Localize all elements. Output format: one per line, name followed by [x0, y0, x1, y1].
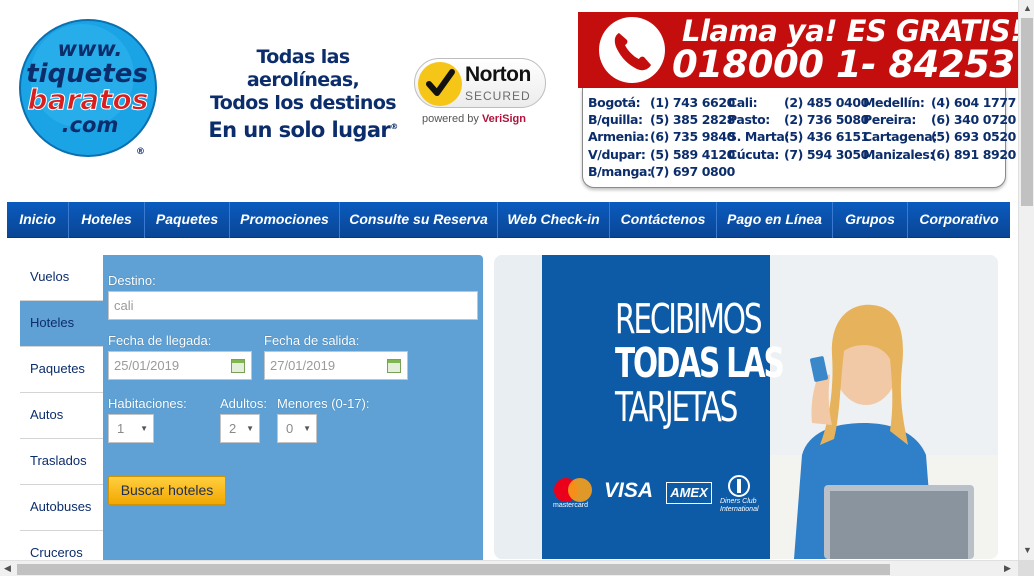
- verisign-text: VeriSign: [481, 113, 526, 125]
- norton-secured-seal[interactable]: Norton SECURED powered by VeriSign: [414, 58, 548, 128]
- salida-label: Fecha de salida:: [264, 333, 360, 348]
- phone-entry: Pasto: (2) 736 5080: [728, 112, 869, 127]
- tiquetesbaratos-logo[interactable]: www. tiquetes baratos .com ®: [12, 16, 168, 159]
- llegada-date-value: 25/01/2019: [114, 358, 180, 373]
- horizontal-scrollbar[interactable]: ◀ ▶: [0, 560, 1018, 576]
- scroll-right-icon[interactable]: ▶: [1004, 563, 1011, 574]
- norton-badge: Norton SECURED: [414, 58, 546, 108]
- phone-entry: Pereira: (6) 340 0720: [863, 112, 1016, 127]
- phone-entry: B/quilla: (5) 385 2828: [588, 112, 735, 127]
- logo-line1: www.: [58, 37, 123, 61]
- tab-vuelos[interactable]: Vuelos: [20, 255, 103, 301]
- tagline: Todas las aerolíneas, Todos los destinos…: [198, 46, 408, 142]
- logo-line4: .com: [62, 113, 119, 137]
- scroll-down-icon[interactable]: ▼: [1023, 545, 1032, 555]
- scroll-up-icon[interactable]: ▲: [1023, 3, 1032, 13]
- call-number[interactable]: 018000 1- 84253: [672, 43, 1015, 86]
- visa-logo: VISA: [604, 479, 654, 502]
- mastercard-icon: [552, 477, 594, 503]
- menores-label: Menores (0-17):: [277, 396, 370, 411]
- banner-line3: TARJETAS: [615, 383, 738, 431]
- call-banner: Llama ya! ES GRATIS! 018000 1- 84253: [578, 12, 1023, 88]
- vertical-scroll-thumb[interactable]: [1021, 18, 1033, 206]
- mastercard-label: mastercard: [553, 502, 589, 509]
- llegada-date-input[interactable]: 25/01/2019: [108, 351, 252, 380]
- nav-inicio[interactable]: Inicio: [7, 202, 69, 238]
- nav-consulte-reserva[interactable]: Consulte su Reserva: [340, 202, 498, 238]
- horizontal-scroll-thumb[interactable]: [17, 564, 890, 575]
- calendar-icon[interactable]: [387, 359, 401, 373]
- tagline-line2: Todos los destinos: [209, 92, 397, 114]
- tab-autos[interactable]: Autos: [20, 393, 103, 439]
- buscar-hoteles-button[interactable]: Buscar hoteles: [108, 476, 226, 505]
- llegada-label: Fecha de llegada:: [108, 333, 212, 348]
- scrollbar-corner: [1018, 560, 1034, 576]
- calendar-icon[interactable]: [231, 359, 245, 373]
- phone-entry: Medellín: (4) 604 1777: [863, 95, 1016, 110]
- amex-logo: AMEX: [666, 482, 712, 504]
- nav-hoteles[interactable]: Hoteles: [69, 202, 145, 238]
- chevron-down-icon: ▼: [246, 424, 254, 433]
- main-nav: Inicio Hoteles Paquetes Promociones Cons…: [7, 202, 1010, 238]
- destino-input[interactable]: cali: [108, 291, 478, 320]
- phone-entry: Cali: (2) 485 0400: [728, 95, 869, 110]
- tagline-line1: Todas las aerolíneas,: [246, 46, 360, 91]
- tagline-line3: En un solo lugar®: [208, 118, 398, 142]
- tagline-registered: ®: [390, 122, 398, 131]
- diners-label: Diners Club International: [720, 498, 759, 513]
- logo-line3: baratos: [28, 83, 149, 116]
- phone-entry: Cartagena: (5) 693 0520: [863, 129, 1016, 144]
- habitaciones-label: Habitaciones:: [108, 396, 187, 411]
- nav-promociones[interactable]: Promociones: [230, 202, 340, 238]
- promo-banner[interactable]: RECIBIMOS TODAS LAS TARJETAS mastercard …: [494, 255, 998, 559]
- habitaciones-select[interactable]: 1 ▼: [108, 414, 154, 443]
- phone-entry: Cúcuta: (7) 594 3050: [728, 147, 869, 162]
- vertical-scrollbar[interactable]: ▲ ▼: [1018, 0, 1034, 560]
- phone-icon: [599, 17, 665, 83]
- norton-name: Norton: [465, 63, 531, 86]
- tab-paquetes[interactable]: Paquetes: [20, 347, 103, 393]
- checkmark-icon: [418, 62, 462, 106]
- diners-icon: [728, 475, 750, 497]
- logo-registered: ®: [136, 147, 145, 157]
- chevron-down-icon: ▼: [303, 424, 311, 433]
- phone-entry: V/dupar: (5) 589 4120: [588, 147, 735, 162]
- phone-directory: Bogotá: (1) 743 6620 B/quilla: (5) 385 282…: [582, 88, 1016, 188]
- nav-corporativo[interactable]: Corporativo: [908, 202, 1010, 238]
- norton-secured-text: SECURED: [465, 89, 531, 103]
- scroll-left-icon[interactable]: ◀: [4, 563, 11, 574]
- habitaciones-value: 1: [117, 421, 125, 436]
- phone-entry: Bogotá: (1) 743 6620: [588, 95, 735, 110]
- phone-entry: B/manga: (7) 697 0800: [588, 164, 735, 179]
- nav-paquetes[interactable]: Paquetes: [145, 202, 230, 238]
- nav-grupos[interactable]: Grupos: [833, 202, 908, 238]
- phone-entry: Armenia: (6) 735 9840: [588, 129, 735, 144]
- menores-select[interactable]: 0 ▼: [277, 414, 317, 443]
- tab-autobuses[interactable]: Autobuses: [20, 485, 103, 531]
- nav-contactenos[interactable]: Contáctenos: [610, 202, 717, 238]
- chevron-down-icon: ▼: [140, 424, 148, 433]
- salida-date-value: 27/01/2019: [270, 358, 336, 373]
- nav-pago-en-linea[interactable]: Pago en Línea: [717, 202, 833, 238]
- adultos-select[interactable]: 2 ▼: [220, 414, 260, 443]
- adultos-label: Adultos:: [220, 396, 267, 411]
- phone-entry: S. Marta: (5) 436 6151: [728, 129, 869, 144]
- banner-line2: TODAS LAS: [615, 339, 785, 387]
- destino-label: Destino:: [108, 273, 156, 288]
- tab-traslados[interactable]: Traslados: [20, 439, 103, 485]
- banner-line1: RECIBIMOS: [615, 295, 763, 343]
- nav-web-checkin[interactable]: Web Check-in: [498, 202, 610, 238]
- salida-date-input[interactable]: 27/01/2019: [264, 351, 408, 380]
- tab-hoteles[interactable]: Hoteles: [20, 301, 103, 347]
- adultos-value: 2: [229, 421, 237, 436]
- menores-value: 0: [286, 421, 294, 436]
- norton-powered-by: powered by VeriSign: [422, 113, 526, 125]
- phone-entry: Manizales: (6) 891 8920: [863, 147, 1016, 162]
